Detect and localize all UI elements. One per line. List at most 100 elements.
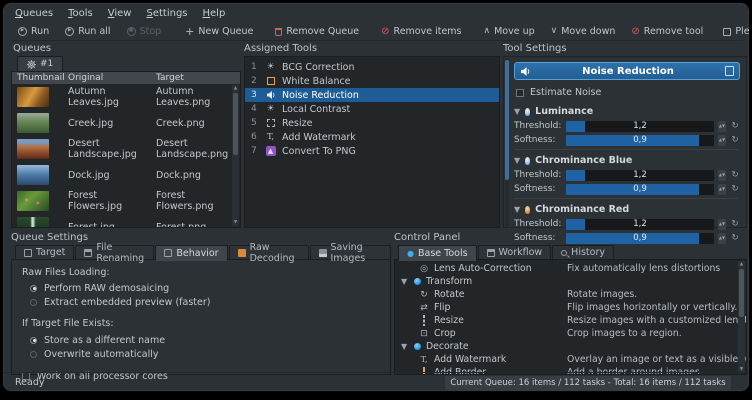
scrollbar-thumb[interactable] bbox=[505, 60, 509, 180]
section-chrominance-red-header[interactable]: ▼ Chrominance Red bbox=[514, 203, 740, 216]
col-thumbnail[interactable]: Thumbnail bbox=[12, 73, 68, 83]
tree-item-rotate[interactable]: ↻ Rotate Rotate images. bbox=[395, 288, 746, 301]
tree-item-crop[interactable]: ⊡ Crop Crop images to a region. bbox=[395, 327, 746, 340]
queue-row[interactable]: Autumn Leaves.jpg Autumn Leaves.png bbox=[12, 84, 240, 110]
remove-tool-button[interactable]: ⊘ Remove tool bbox=[624, 24, 710, 40]
spinbox[interactable]: ▲▼ bbox=[718, 121, 726, 132]
tool-settings-scrollbar[interactable] bbox=[505, 58, 509, 226]
scroll-up-icon[interactable]: ▲ bbox=[738, 261, 745, 268]
tool-item-local-contrast[interactable]: 4 ☀ Local Contrast bbox=[245, 102, 499, 116]
tree-desc: Fix automatically lens distortions bbox=[567, 263, 746, 274]
reset-icon[interactable]: ↻ bbox=[730, 121, 740, 131]
threshold-slider[interactable]: 1,2 bbox=[566, 170, 714, 181]
tab-raw-decoding[interactable]: Raw Decoding bbox=[229, 245, 309, 260]
control-panel-title: Control Panel bbox=[394, 232, 747, 244]
spinbox[interactable]: ▲▼ bbox=[718, 184, 726, 195]
fullscreen-button[interactable]: Plein écran bbox=[716, 24, 750, 40]
tool-menu-icon[interactable] bbox=[725, 66, 734, 76]
reset-icon[interactable]: ↻ bbox=[730, 219, 740, 229]
estimate-noise-row[interactable]: Estimate Noise bbox=[516, 87, 601, 98]
menu-settings[interactable]: Settings bbox=[146, 8, 187, 22]
reset-icon[interactable]: ↻ bbox=[730, 135, 740, 145]
scroll-up-icon[interactable]: ▲ bbox=[232, 85, 239, 92]
tree-item-flip[interactable]: ⇄ Flip Flip images horizontally or verti… bbox=[395, 301, 746, 314]
tree-item-resize[interactable]: Resize Resize images with a customized l… bbox=[395, 314, 746, 327]
disk-icon bbox=[319, 249, 327, 257]
scrollbar-thumb[interactable] bbox=[739, 269, 744, 317]
remove-items-button[interactable]: ⊘ Remove items bbox=[374, 24, 468, 40]
collapse-icon[interactable]: ▼ bbox=[401, 342, 409, 351]
menu-tools[interactable]: Tools bbox=[68, 8, 93, 22]
tab-file-renaming[interactable]: File Renaming bbox=[75, 245, 154, 260]
spinbox[interactable]: ▲▼ bbox=[718, 135, 726, 146]
spinbox[interactable]: ▲▼ bbox=[718, 219, 726, 230]
tab-saving-images[interactable]: Saving Images bbox=[310, 245, 391, 260]
estimate-noise-checkbox[interactable] bbox=[516, 89, 524, 97]
tree-category-transform[interactable]: ▼ Transform bbox=[395, 275, 746, 288]
radio-extract-embedded-preview[interactable]: Extract embedded preview (faster) bbox=[22, 295, 380, 309]
collapse-icon[interactable]: ▼ bbox=[514, 156, 520, 165]
radio-perform-raw-demosaicing[interactable]: Perform RAW demosaicing bbox=[22, 281, 380, 295]
tree-item-add-watermark[interactable]: T, Add Watermark Overlay an image or tex… bbox=[395, 353, 746, 366]
threshold-slider[interactable]: 1,2 bbox=[566, 219, 714, 230]
move-down-button[interactable]: ∨ Move down bbox=[544, 24, 623, 40]
remove-queue-button[interactable]: Remove Queue bbox=[268, 24, 366, 40]
run-button[interactable]: ▶ Run bbox=[11, 24, 56, 40]
fullscreen-label: Plein écran bbox=[735, 26, 750, 37]
queue-row[interactable]: Creek.jpg Creek.png bbox=[12, 110, 240, 136]
col-original[interactable]: Original bbox=[68, 73, 156, 83]
tool-item-add-watermark[interactable]: 6 T, Add Watermark bbox=[245, 130, 499, 144]
tool-item-convert-to-png[interactable]: 7 ▲ Convert To PNG bbox=[245, 144, 499, 158]
queue-row[interactable]: Forest.jpg Forest.png bbox=[12, 214, 240, 228]
queue-scrollbar[interactable]: ▲ ▼ bbox=[232, 85, 239, 226]
radio-icon[interactable] bbox=[30, 337, 37, 344]
radio-icon[interactable] bbox=[30, 351, 37, 358]
tree-item-lens-auto-correction[interactable]: ◎ Lens Auto-Correction Fix automatically… bbox=[395, 262, 746, 275]
reset-icon[interactable]: ↻ bbox=[730, 184, 740, 194]
softness-slider[interactable]: 0,9 bbox=[566, 135, 714, 146]
tab-workflow[interactable]: Workflow bbox=[478, 245, 552, 260]
section-chrominance-blue-header[interactable]: ▼ Chrominance Blue bbox=[514, 154, 740, 167]
run-all-button[interactable]: ▶ Run all bbox=[58, 24, 117, 40]
base-tools-icon: ● bbox=[407, 249, 414, 258]
tab-history[interactable]: History bbox=[552, 245, 614, 260]
radio-icon[interactable] bbox=[30, 299, 37, 306]
spinbox[interactable]: ▲▼ bbox=[718, 170, 726, 181]
magnifier-icon bbox=[561, 250, 567, 256]
tool-item-white-balance[interactable]: 2 White Balance bbox=[245, 74, 499, 88]
tab-behavior[interactable]: Behavior bbox=[155, 245, 227, 261]
tool-item-bcg-correction[interactable]: 1 ☀ BCG Correction bbox=[245, 60, 499, 74]
collapse-icon[interactable]: ▼ bbox=[401, 277, 409, 286]
queue-row[interactable]: Dock.jpg Dock.png bbox=[12, 162, 240, 188]
queue-row[interactable]: Desert Landscape.jpg Desert Landscape.pn… bbox=[12, 136, 240, 162]
tool-item-resize[interactable]: 5 Resize bbox=[245, 116, 499, 130]
radio-icon[interactable] bbox=[30, 285, 37, 292]
radio-overwrite-automatically[interactable]: Overwrite automatically bbox=[22, 347, 380, 361]
menu-help[interactable]: Help bbox=[203, 8, 226, 22]
collapse-icon[interactable]: ▼ bbox=[514, 107, 520, 116]
radio-store-different-name[interactable]: Store as a different name bbox=[22, 333, 380, 347]
softness-slider[interactable]: 0,9 bbox=[566, 184, 714, 195]
move-up-button[interactable]: ∧ Move up bbox=[477, 24, 542, 40]
col-target[interactable]: Target bbox=[156, 73, 240, 83]
section-luminance-header[interactable]: ▼ Luminance bbox=[514, 105, 740, 118]
tab-label: Workflow bbox=[499, 247, 543, 258]
scrollbar-thumb[interactable] bbox=[233, 93, 238, 155]
menu-queues[interactable]: Queues bbox=[15, 8, 53, 22]
menu-view[interactable]: View bbox=[108, 8, 132, 22]
remove-tool-label: Remove tool bbox=[644, 26, 704, 37]
tab-base-tools[interactable]: ● Base Tools bbox=[398, 245, 477, 261]
tool-item-noise-reduction[interactable]: 3 Noise Reduction bbox=[245, 88, 499, 102]
tab-target[interactable]: Target bbox=[15, 245, 74, 260]
tree-scrollbar[interactable]: ▲ ▼ bbox=[738, 261, 745, 373]
queue-row[interactable]: Forest Flowers.jpg Forest Flowers.png bbox=[12, 188, 240, 214]
threshold-slider[interactable]: 1,2 bbox=[566, 121, 714, 132]
new-queue-button[interactable]: + New Queue bbox=[178, 24, 260, 40]
tree-category-decorate[interactable]: ▼ Decorate bbox=[395, 340, 746, 353]
stop-button[interactable]: ■ Stop bbox=[120, 24, 169, 40]
tab-label: Saving Images bbox=[331, 242, 382, 264]
reset-icon[interactable]: ↻ bbox=[730, 170, 740, 180]
scroll-down-icon[interactable]: ▼ bbox=[232, 219, 239, 226]
collapse-icon[interactable]: ▼ bbox=[514, 205, 520, 214]
queue-tab-1[interactable]: #1 bbox=[17, 56, 63, 71]
